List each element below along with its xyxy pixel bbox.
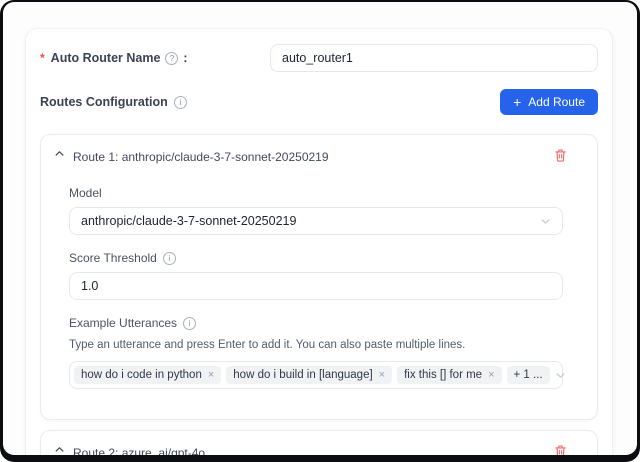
add-route-button[interactable]: + Add Route — [500, 89, 598, 115]
example-utterances-label: Example Utterances i — [69, 316, 563, 330]
model-select-value: anthropic/claude-3-7-sonnet-20250219 — [81, 214, 296, 228]
routes-configuration-label-text: Routes Configuration — [40, 95, 168, 109]
route-2-title: Route 2: azure_ai/gpt-4o — [73, 446, 205, 455]
chevron-down-icon — [555, 370, 566, 381]
score-threshold-label: Score Threshold i — [69, 251, 563, 265]
auto-router-name-label-text: Auto Router Name — [51, 51, 161, 65]
example-utterances-label-text: Example Utterances — [69, 316, 177, 330]
auto-router-name-label: * Auto Router Name ? : — [40, 51, 188, 65]
route-1-title: Route 1: anthropic/claude-3-7-sonnet-202… — [73, 150, 329, 164]
score-threshold-input[interactable] — [69, 272, 563, 300]
utterance-tag-text: fix this [] for me — [404, 369, 482, 381]
question-circle-icon[interactable]: ? — [165, 52, 178, 65]
utterance-tag-text: how do i code in python — [81, 369, 202, 381]
remove-tag-icon[interactable]: × — [379, 370, 385, 381]
model-label: Model — [69, 186, 563, 200]
utterance-tag: fix this [] for me × — [397, 366, 501, 384]
plus-icon: + — [513, 95, 521, 109]
chevron-up-icon[interactable] — [54, 148, 65, 159]
utterance-tag: how do i code in python × — [74, 366, 221, 384]
routes-configuration-row: Routes Configuration i + Add Route — [40, 89, 598, 115]
routes-configuration-label: Routes Configuration i — [40, 95, 187, 109]
score-threshold-label-text: Score Threshold — [69, 251, 157, 265]
route-panel-1: Route 1: anthropic/claude-3-7-sonnet-202… — [40, 134, 598, 420]
remove-tag-icon[interactable]: × — [488, 370, 494, 381]
add-route-button-label: Add Route — [528, 95, 585, 109]
utterance-tag: how do i build in [language] × — [226, 366, 392, 384]
info-circle-icon[interactable]: i — [174, 96, 187, 109]
name-row: * Auto Router Name ? : — [40, 44, 598, 72]
chevron-down-icon — [540, 216, 551, 227]
route-1-header: Route 1: anthropic/claude-3-7-sonnet-202… — [41, 135, 597, 164]
route-panel-2: Route 2: azure_ai/gpt-4o — [40, 430, 598, 455]
window-frame: * Auto Router Name ? : Routes Configurat… — [0, 0, 640, 462]
route-1-body: Model anthropic/claude-3-7-sonnet-202502… — [41, 186, 597, 419]
remove-tag-icon[interactable]: × — [208, 370, 214, 381]
page-background: * Auto Router Name ? : Routes Configurat… — [3, 2, 637, 455]
more-tags-badge[interactable]: + 1 ... — [507, 366, 550, 384]
delete-route-2-icon[interactable] — [554, 444, 567, 456]
route-2-header: Route 2: azure_ai/gpt-4o — [41, 431, 597, 455]
utterances-tags-input[interactable]: how do i code in python × how do i build… — [69, 361, 563, 389]
utterances-helper-text: Type an utterance and press Enter to add… — [69, 339, 563, 351]
info-circle-icon[interactable]: i — [163, 252, 176, 265]
auto-router-form-card: * Auto Router Name ? : Routes Configurat… — [25, 28, 613, 455]
model-label-text: Model — [69, 186, 102, 200]
info-circle-icon[interactable]: i — [183, 317, 196, 330]
chevron-up-icon[interactable] — [54, 444, 65, 455]
required-asterisk: * — [40, 51, 45, 65]
auto-router-name-input[interactable] — [270, 44, 598, 72]
label-colon: : — [183, 51, 187, 65]
model-select[interactable]: anthropic/claude-3-7-sonnet-20250219 — [69, 207, 563, 235]
delete-route-1-icon[interactable] — [554, 148, 567, 163]
utterance-tag-text: how do i build in [language] — [233, 369, 372, 381]
